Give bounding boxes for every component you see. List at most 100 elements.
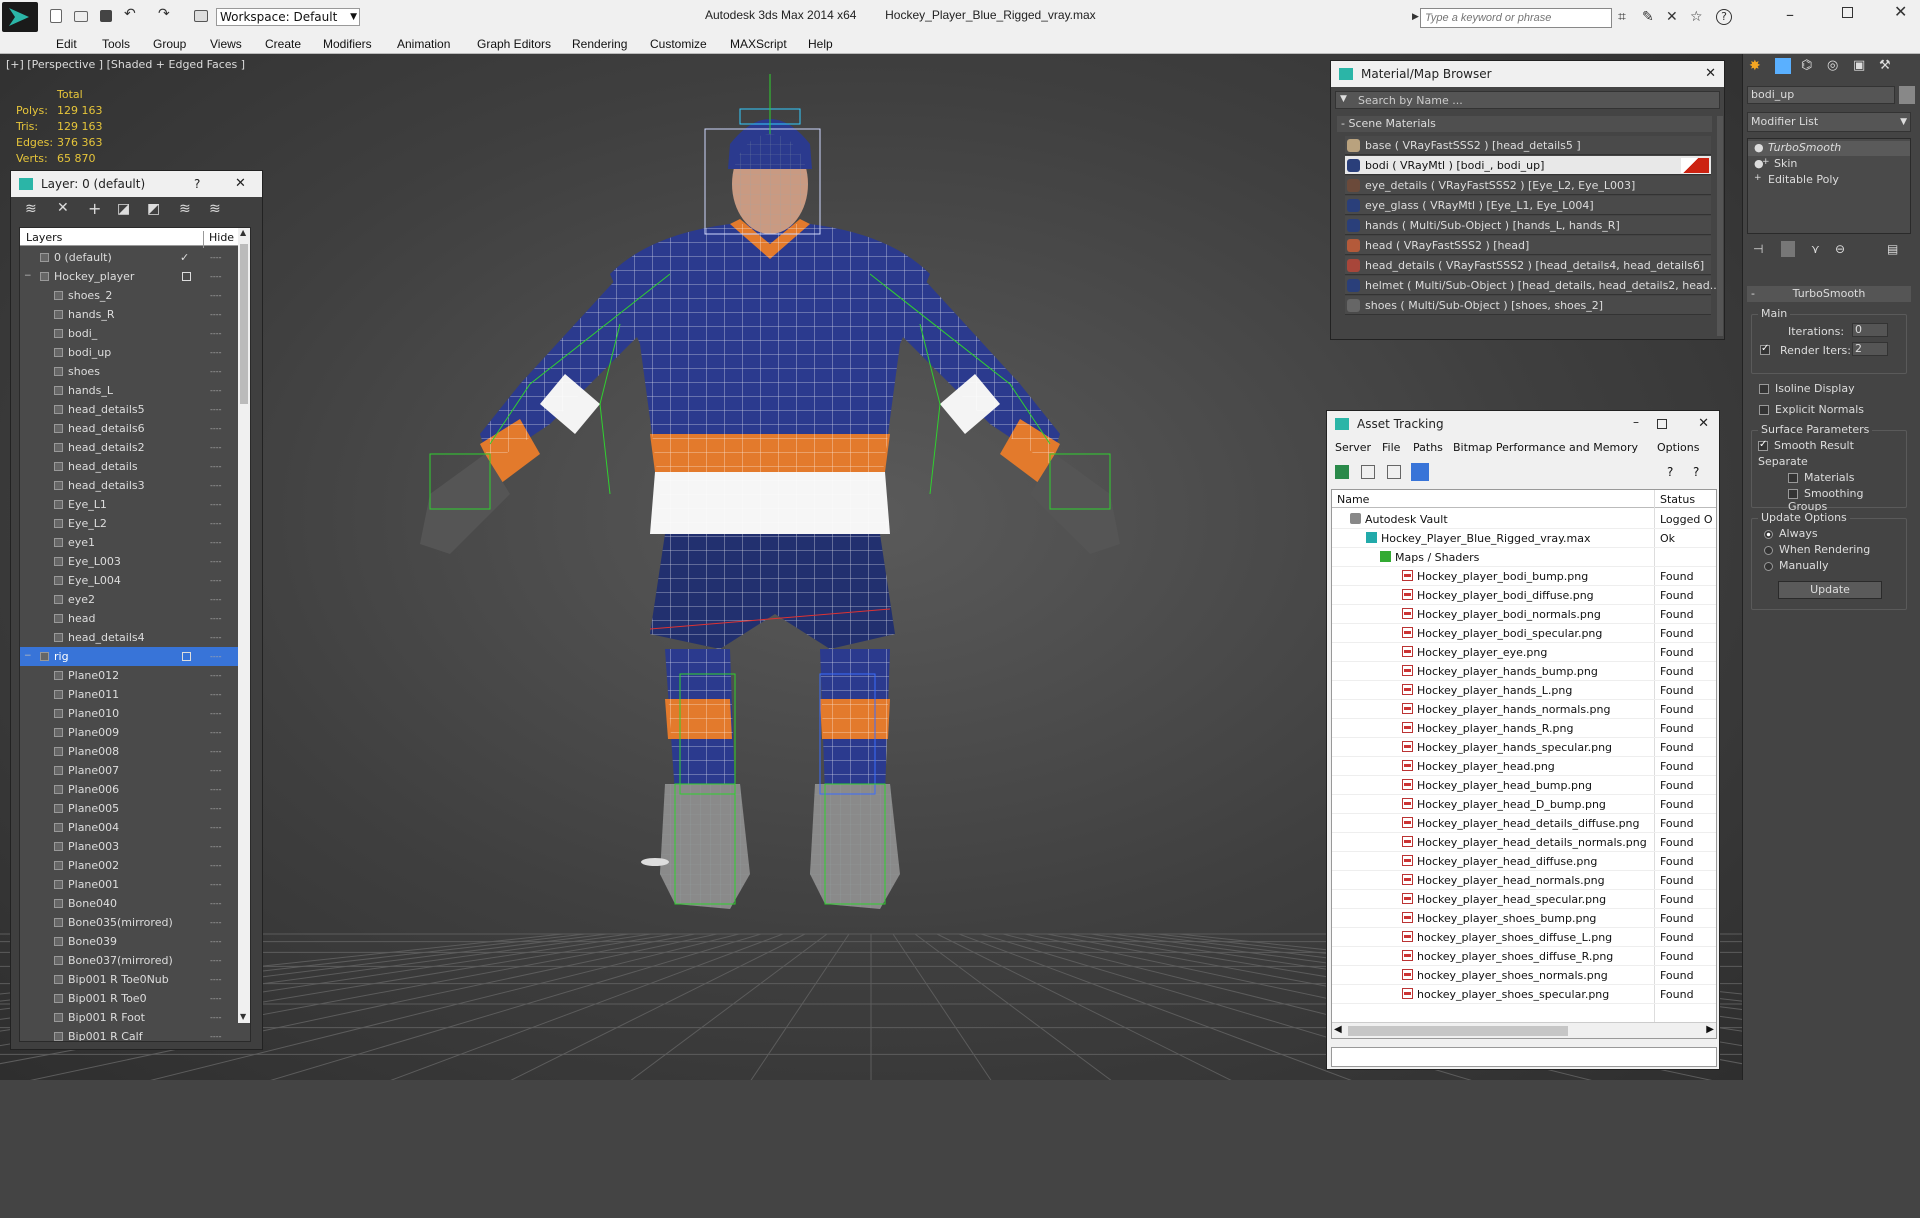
asset-row[interactable]: Hockey_player_bodi_specular.png Found	[1332, 624, 1716, 643]
asset-maximize-button[interactable]	[1657, 419, 1667, 429]
asset-row[interactable]: Hockey_player_head_bump.png Found	[1332, 776, 1716, 795]
search-expand-icon[interactable]: ▶	[1412, 12, 1419, 22]
hide-toggle[interactable]: ----	[210, 438, 222, 457]
layer-row[interactable]: head_details6 ----	[20, 419, 238, 438]
minimize-button[interactable]: –	[1786, 5, 1794, 24]
explicit-normals-checkbox[interactable]	[1759, 405, 1769, 415]
hide-toggle[interactable]: ----	[210, 343, 222, 362]
asset-row[interactable]: Hockey_player_bodi_bump.png Found	[1332, 567, 1716, 586]
layer-row[interactable]: Eye_L004 ----	[20, 571, 238, 590]
menu-help[interactable]: Help	[808, 37, 833, 51]
material-row[interactable]: bodi ( VRayMtl ) [bodi_, bodi_up]	[1345, 156, 1711, 175]
layer-row[interactable]: 0 (default) ✓ ----	[20, 248, 238, 267]
save-icon[interactable]	[100, 10, 112, 22]
hide-toggle[interactable]: ----	[210, 932, 222, 951]
layer-row[interactable]: − rig ----	[20, 647, 238, 666]
scroll-down-icon[interactable]: ▼	[240, 1012, 246, 1021]
smoothing-groups-checkbox[interactable]	[1788, 489, 1798, 499]
layer-row[interactable]: head_details ----	[20, 457, 238, 476]
layer-row[interactable]: Plane006 ----	[20, 780, 238, 799]
asset-help-icon[interactable]: ?	[1667, 465, 1673, 479]
hide-toggle[interactable]: ----	[210, 1008, 222, 1027]
hide-toggle[interactable]: ----	[210, 286, 222, 305]
layer-row[interactable]: eye1 ----	[20, 533, 238, 552]
manually-option[interactable]: Manually	[1764, 559, 1829, 572]
configure-sets-icon[interactable]: ▤	[1887, 242, 1898, 256]
hide-toggle[interactable]: ----	[210, 609, 222, 628]
layer-row[interactable]: − Hockey_player ----	[20, 267, 238, 286]
asset-minimize-button[interactable]: –	[1633, 409, 1639, 435]
current-layer-toggle[interactable]	[182, 652, 191, 661]
layer-row[interactable]: head_details3 ----	[20, 476, 238, 495]
isoline-display-option[interactable]: Isoline Display	[1759, 382, 1855, 395]
stack-item-skin[interactable]: ● + Skin	[1748, 157, 1910, 172]
layer-row[interactable]: Plane004 ----	[20, 818, 238, 837]
layer-help-button[interactable]: ?	[194, 171, 200, 197]
favorites-icon[interactable]: ☆	[1690, 9, 1703, 25]
highlight-layer-icon[interactable]: ◩	[147, 201, 160, 217]
layer-close-button[interactable]: ✕	[235, 171, 246, 197]
exchange-icon[interactable]: ✕	[1666, 9, 1678, 25]
asset-menu-paths[interactable]: Paths	[1413, 441, 1443, 454]
utilities-tab-icon[interactable]: ⚒	[1879, 58, 1891, 73]
hide-toggle[interactable]: ----	[210, 419, 222, 438]
hide-toggle[interactable]: ----	[210, 457, 222, 476]
hide-toggle[interactable]: ----	[210, 799, 222, 818]
refresh-icon[interactable]	[1335, 465, 1349, 479]
hide-toggle[interactable]: ----	[210, 267, 222, 286]
asset-menu-bitmap[interactable]: Bitmap Performance and Memory	[1453, 441, 1638, 454]
asset-row[interactable]: hockey_player_shoes_normals.png Found	[1332, 966, 1716, 985]
material-browser-close-button[interactable]: ✕	[1705, 61, 1716, 87]
asset-menu-file[interactable]: File	[1382, 441, 1400, 454]
material-row[interactable]: base ( VRayFastSSS2 ) [head_details5 ]	[1345, 136, 1711, 155]
hide-toggle[interactable]: ----	[210, 780, 222, 799]
update-button[interactable]: Update	[1778, 581, 1882, 599]
asset-row[interactable]: Hockey_player_head_details_normals.png Fo…	[1332, 833, 1716, 852]
asset-row[interactable]: Hockey_Player_Blue_Rigged_vray.max Ok	[1332, 529, 1716, 548]
asset-row[interactable]: Hockey_player_bodi_normals.png Found	[1332, 605, 1716, 624]
hide-toggle[interactable]: ----	[210, 590, 222, 609]
table-view-icon[interactable]	[1411, 463, 1429, 481]
collapse-icon[interactable]: −	[24, 647, 32, 666]
layer-row[interactable]: head_details5 ----	[20, 400, 238, 419]
hide-column-header[interactable]: Hide	[203, 231, 234, 248]
undo-icon[interactable]: ↶	[124, 6, 136, 22]
layer-row[interactable]: Bone035(mirrored) ----	[20, 913, 238, 932]
smoothing-groups-option[interactable]: Smoothing Groups	[1788, 487, 1906, 513]
layer-row[interactable]: hands_R ----	[20, 305, 238, 324]
layer-row[interactable]: Bone039 ----	[20, 932, 238, 951]
modifier-list-dropdown[interactable]: Modifier List ▼	[1747, 112, 1911, 132]
material-row[interactable]: head_details ( VRayFastSSS2 ) [head_deta…	[1345, 256, 1711, 275]
menu-maxscript[interactable]: MAXScript	[730, 37, 787, 51]
app-logo[interactable]	[2, 2, 38, 32]
hide-toggle[interactable]: ----	[210, 875, 222, 894]
iterations-spinner[interactable]: 0	[1852, 323, 1888, 337]
layer-row[interactable]: Bip001 R Toe0 ----	[20, 989, 238, 1008]
stack-item-turbosmooth[interactable]: ● TurboSmooth	[1748, 141, 1910, 156]
hide-toggle[interactable]: ----	[210, 894, 222, 913]
hide-toggle[interactable]: ----	[210, 552, 222, 571]
infocenter-search[interactable]: ▶	[1412, 8, 1612, 28]
layer-row[interactable]: Bip001 R Calf ----	[20, 1027, 238, 1041]
material-search-bar[interactable]: ▼ Search by Name ...	[1335, 91, 1720, 109]
hide-toggle[interactable]: ----	[210, 704, 222, 723]
collapse-icon[interactable]: −	[24, 267, 32, 286]
create-layer-icon[interactable]: ≋	[25, 201, 37, 217]
layer-scrollbar[interactable]: ▲ ▼	[238, 228, 250, 1023]
hide-toggle[interactable]: ----	[210, 628, 222, 647]
layer-row[interactable]: Bone040 ----	[20, 894, 238, 913]
layer-row[interactable]: Plane007 ----	[20, 761, 238, 780]
layer-row[interactable]: Plane012 ----	[20, 666, 238, 685]
layer-row[interactable]: Plane008 ----	[20, 742, 238, 761]
filter-chevron-icon[interactable]: ▼	[1340, 94, 1347, 104]
add-to-layer-icon[interactable]: +	[88, 199, 101, 218]
material-row[interactable]: eye_glass ( VRayMtl ) [Eye_L1, Eye_L004]	[1345, 196, 1711, 215]
smooth-result-option[interactable]: Smooth Result	[1758, 439, 1854, 452]
material-search-input[interactable]: Search by Name ...	[1358, 94, 1463, 107]
scroll-up-icon[interactable]: ▲	[240, 228, 246, 237]
layer-row[interactable]: head_details4 ----	[20, 628, 238, 647]
asset-row[interactable]: Hockey_player_head.png Found	[1332, 757, 1716, 776]
asset-row[interactable]: Hockey_player_head_specular.png Found	[1332, 890, 1716, 909]
when-rendering-radio[interactable]	[1764, 545, 1773, 555]
asset-close-button[interactable]: ✕	[1698, 411, 1709, 437]
